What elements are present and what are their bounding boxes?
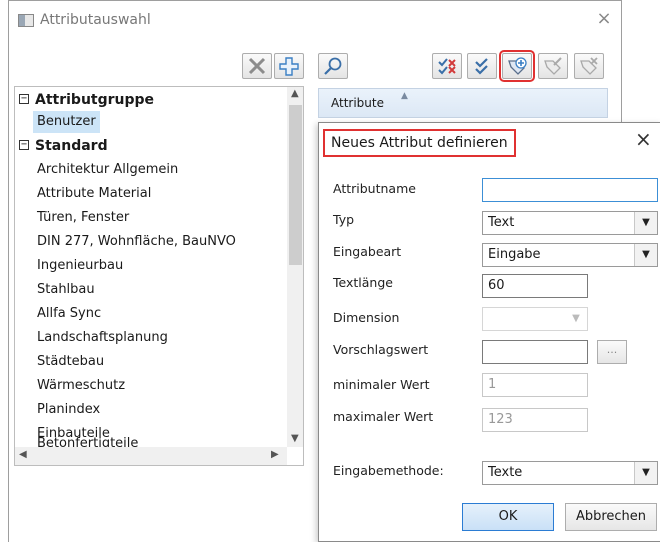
- tree-item-label: Planindex: [37, 402, 101, 417]
- tree-item[interactable]: Städtebau: [37, 351, 104, 373]
- collapse-icon[interactable]: −: [19, 94, 29, 104]
- tree-item-label: Wärmeschutz: [37, 378, 126, 393]
- dialog-close-icon[interactable]: ×: [635, 127, 652, 151]
- chevron-down-icon[interactable]: ▼: [634, 462, 657, 484]
- tree-item[interactable]: Attribute Material: [37, 183, 151, 205]
- window-close-icon[interactable]: ×: [594, 8, 614, 29]
- scroll-right-icon[interactable]: ▶: [271, 449, 279, 460]
- attribute-group-tree[interactable]: − Attributgruppe Benutzer − Standard Arc…: [14, 86, 304, 466]
- window-title: Attributauswahl: [40, 12, 151, 28]
- scrollbar-thumb[interactable]: [289, 105, 302, 265]
- label-attribute-name: Attributname: [333, 181, 416, 196]
- tree-item-label: Landschaftsplanung: [37, 330, 168, 345]
- edit-attribute-icon: [538, 53, 568, 79]
- label-max-value: maximaler Wert: [333, 409, 434, 424]
- input-method-select-value: Texte: [488, 465, 523, 480]
- tree-item[interactable]: Wärmeschutz: [37, 375, 125, 397]
- scroll-up-icon[interactable]: ▲: [291, 88, 299, 99]
- scroll-left-icon[interactable]: ◀: [19, 449, 27, 460]
- select-all-icon[interactable]: [467, 53, 497, 79]
- window-app-icon: [18, 14, 34, 27]
- label-min-value: minimaler Wert: [333, 377, 430, 392]
- tree-item[interactable]: Landschaftsplanung: [37, 327, 168, 349]
- max-value-input: 123: [482, 408, 588, 432]
- delete-icon[interactable]: [242, 53, 272, 79]
- attribute-list-header[interactable]: Attribute ▲: [318, 88, 608, 118]
- min-value-input: 1: [482, 373, 588, 397]
- tree-item-label: Architektur Allgemein: [37, 162, 179, 177]
- browse-button[interactable]: ...: [597, 340, 627, 364]
- tree-item[interactable]: Türen, Fenster: [37, 207, 129, 229]
- ok-button[interactable]: OK: [462, 503, 554, 531]
- tree-item-label: Benutzer: [37, 114, 96, 129]
- label-default-value: Vorschlagswert: [333, 342, 429, 357]
- attribute-name-input[interactable]: [482, 178, 658, 202]
- type-select-value: Text: [488, 215, 515, 230]
- tree-horizontal-scrollbar[interactable]: [15, 447, 287, 465]
- tree-item-benutzer[interactable]: Benutzer: [33, 111, 100, 133]
- deselect-all-icon[interactable]: [432, 53, 462, 79]
- dialog-title: Neues Attribut definieren: [323, 129, 516, 157]
- chevron-down-icon: ▼: [565, 308, 587, 330]
- label-text-length: Textlänge: [333, 275, 393, 290]
- tree-item[interactable]: Allfa Sync: [37, 303, 101, 325]
- label-type: Typ: [333, 212, 355, 227]
- tree-item-label: Städtebau: [37, 354, 105, 369]
- add-icon[interactable]: [274, 53, 304, 79]
- label-input-method: Eingabemethode:: [333, 463, 444, 478]
- tree-item[interactable]: Architektur Allgemein: [37, 159, 178, 181]
- tree-item-label: Allfa Sync: [37, 306, 102, 321]
- chevron-down-icon[interactable]: ▼: [634, 244, 657, 266]
- tree-group-standard[interactable]: − Standard: [15, 135, 287, 157]
- tree-item-label: Stahlbau: [37, 282, 95, 297]
- tree-item-label: Attributgruppe: [35, 92, 155, 108]
- cancel-button[interactable]: Abbrechen: [565, 503, 657, 531]
- chevron-down-icon[interactable]: ▼: [634, 212, 657, 234]
- scroll-down-icon[interactable]: ▼: [291, 433, 299, 444]
- label-dimension: Dimension: [333, 310, 400, 325]
- delete-attribute-icon: [574, 53, 604, 79]
- collapse-icon[interactable]: −: [19, 140, 29, 150]
- new-attribute-dialog: Neues Attribut definieren × Attributname…: [318, 122, 660, 542]
- sort-ascending-icon: ▲: [401, 91, 408, 101]
- input-type-select[interactable]: Eingabe ▼: [482, 243, 658, 267]
- tree-group-attributgruppe[interactable]: − Attributgruppe: [15, 89, 287, 111]
- label-input-type: Eingabeart: [333, 244, 402, 259]
- dimension-select: ▼: [482, 307, 588, 331]
- tree-item-label: Standard: [35, 138, 108, 154]
- tree-item-label: Ingenieurbau: [37, 258, 124, 273]
- tree-item[interactable]: DIN 277, Wohnfläche, BauNVO: [37, 231, 236, 253]
- new-attribute-icon[interactable]: [499, 50, 535, 82]
- text-length-input[interactable]: 60: [482, 274, 588, 298]
- tree-item-label: Türen, Fenster: [37, 210, 130, 225]
- column-header-attribute[interactable]: Attribute: [331, 96, 384, 110]
- type-select[interactable]: Text ▼: [482, 211, 658, 235]
- search-icon[interactable]: [318, 53, 348, 79]
- tree-item[interactable]: Stahlbau: [37, 279, 95, 301]
- tree-item[interactable]: Ingenieurbau: [37, 255, 123, 277]
- tree-item-label: Attribute Material: [37, 186, 152, 201]
- tree-item[interactable]: Planindex: [37, 399, 100, 421]
- default-value-input[interactable]: [482, 340, 588, 364]
- input-type-select-value: Eingabe: [488, 247, 541, 262]
- tree-item-label: DIN 277, Wohnfläche, BauNVO: [37, 234, 236, 249]
- input-method-select[interactable]: Texte ▼: [482, 461, 658, 485]
